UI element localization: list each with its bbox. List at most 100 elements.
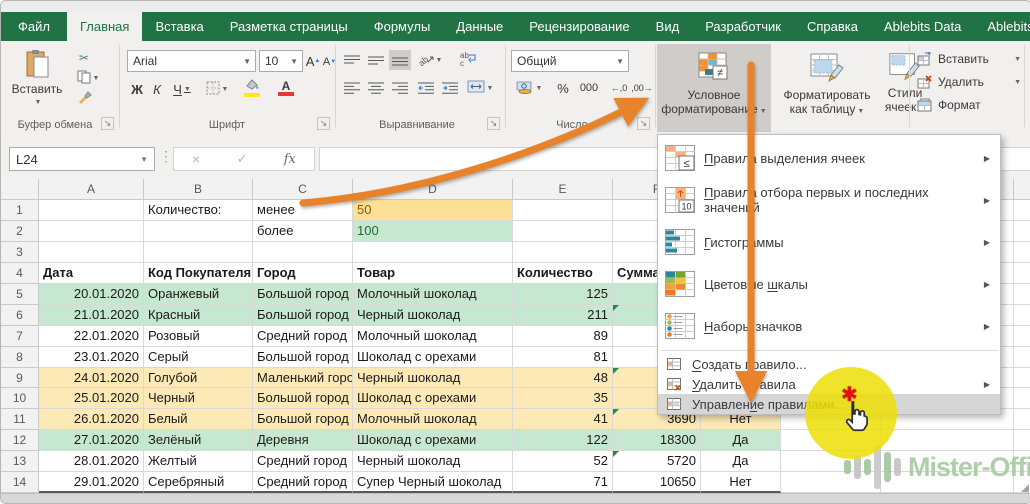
cell-J10[interactable] <box>1014 388 1030 409</box>
increase-indent-button[interactable] <box>439 78 461 98</box>
font-dialog-launcher[interactable]: ↘ <box>317 117 330 130</box>
row-header-6[interactable]: 6 <box>1 305 39 326</box>
tab-1[interactable]: Главная <box>67 12 142 41</box>
align-center-button[interactable] <box>365 78 387 98</box>
cell-E6[interactable]: 211 <box>513 305 613 326</box>
format-as-table-button[interactable]: Форматировать как таблицу▼ <box>773 44 881 132</box>
column-header-E[interactable]: E <box>513 179 613 200</box>
cell-B11[interactable]: Белый <box>144 409 253 430</box>
align-top-button[interactable] <box>341 50 363 70</box>
cell-C10[interactable]: Большой город <box>253 388 353 409</box>
cell-A11[interactable]: 26.01.2020 <box>39 409 144 430</box>
cell-B14[interactable]: Серебряный <box>144 472 253 493</box>
formula-bar-handle[interactable]: ⋮ <box>159 148 173 165</box>
select-all-corner[interactable] <box>1 179 39 200</box>
accounting-format-button[interactable]: ▼ <box>511 78 547 98</box>
cell-E3[interactable] <box>513 242 613 263</box>
cell-E13[interactable]: 52 <box>513 451 613 472</box>
cell-D1[interactable]: 50 <box>353 200 513 221</box>
alignment-dialog-launcher[interactable]: ↘ <box>487 117 500 130</box>
cell-C12[interactable]: Деревня <box>253 430 353 451</box>
cell-B3[interactable] <box>144 242 253 263</box>
menu-item-color-scales[interactable]: Цветовые шкалы▶ <box>658 263 1000 305</box>
underline-button[interactable]: Ч▼ <box>169 79 195 99</box>
tab-7[interactable]: Вид <box>643 12 693 41</box>
orientation-button[interactable]: ab▼ <box>415 50 445 70</box>
copy-button[interactable]: ▼ <box>71 69 105 87</box>
cell-J3[interactable] <box>1014 242 1030 263</box>
column-header-C[interactable]: C <box>253 179 353 200</box>
row-header-4[interactable]: 4 <box>1 263 39 284</box>
tab-9[interactable]: Справка <box>794 12 871 41</box>
clipboard-dialog-launcher[interactable]: ↘ <box>101 117 114 130</box>
cell-A6[interactable]: 21.01.2020 <box>39 305 144 326</box>
tab-file[interactable]: Файл <box>1 12 67 41</box>
format-painter-button[interactable] <box>71 89 97 107</box>
bold-button[interactable]: Ж <box>129 79 145 99</box>
paste-button[interactable]: Вставить ▼ <box>9 49 65 121</box>
cell-A1[interactable] <box>39 200 144 221</box>
cell-D11[interactable]: Молочный шоколад <box>353 409 513 430</box>
cell-E9[interactable]: 48 <box>513 368 613 389</box>
decrease-indent-button[interactable] <box>415 78 437 98</box>
cut-button[interactable]: ✂ <box>71 49 97 67</box>
align-left-button[interactable] <box>341 78 363 98</box>
cell-E1[interactable] <box>513 200 613 221</box>
cell-C13[interactable]: Средний город <box>253 451 353 472</box>
insert-cells-button[interactable]: Вставить ▼ <box>917 49 1021 69</box>
cell-C7[interactable]: Средний город <box>253 326 353 347</box>
cell-C4[interactable]: Город <box>253 263 353 284</box>
row-header-14[interactable]: 14 <box>1 472 39 493</box>
row-header-8[interactable]: 8 <box>1 347 39 368</box>
cell-C9[interactable]: Маленький город <box>253 368 353 389</box>
cell-G12[interactable]: Да <box>701 430 781 451</box>
format-cells-button[interactable]: Формат <box>917 95 1021 115</box>
row-header-3[interactable]: 3 <box>1 242 39 263</box>
cell-E2[interactable] <box>513 221 613 242</box>
cell-E14[interactable]: 71 <box>513 472 613 493</box>
row-header-11[interactable]: 11 <box>1 409 39 430</box>
cell-D2[interactable]: 100 <box>353 221 513 242</box>
tab-6[interactable]: Рецензирование <box>516 12 642 41</box>
cell-J6[interactable] <box>1014 305 1030 326</box>
tab-3[interactable]: Разметка страницы <box>217 12 361 41</box>
cell-J7[interactable] <box>1014 326 1030 347</box>
row-header-12[interactable]: 12 <box>1 430 39 451</box>
cell-B1[interactable]: Количество: <box>144 200 253 221</box>
cell-D12[interactable]: Шоколад с орехами <box>353 430 513 451</box>
percent-style-button[interactable]: % <box>553 78 573 98</box>
cell-B6[interactable]: Красный <box>144 305 253 326</box>
row-header-2[interactable]: 2 <box>1 221 39 242</box>
cell-E12[interactable]: 122 <box>513 430 613 451</box>
cell-C14[interactable]: Средний город <box>253 472 353 493</box>
tab-8[interactable]: Разработчик <box>692 12 794 41</box>
decrease-decimal-button[interactable]: ,00→ <box>631 78 653 98</box>
row-header-1[interactable]: 1 <box>1 200 39 221</box>
column-header-D[interactable]: D <box>353 179 513 200</box>
font-name-combo[interactable]: Arial▼ <box>127 50 256 72</box>
cell-C3[interactable] <box>253 242 353 263</box>
row-header-5[interactable]: 5 <box>1 284 39 305</box>
cell-D3[interactable] <box>353 242 513 263</box>
cell-C5[interactable]: Большой город <box>253 284 353 305</box>
cell-J8[interactable] <box>1014 347 1030 368</box>
row-header-7[interactable]: 7 <box>1 326 39 347</box>
align-middle-button[interactable] <box>365 50 387 70</box>
cell-D14[interactable]: Супер Черный шоколад <box>353 472 513 493</box>
merge-center-button[interactable]: ▼ <box>463 78 497 98</box>
cell-J1[interactable] <box>1014 200 1030 221</box>
cell-B4[interactable]: Код Покупателя <box>144 263 253 284</box>
insert-function-icon[interactable]: fx <box>284 152 296 167</box>
cell-D9[interactable]: Черный шоколад <box>353 368 513 389</box>
cell-C6[interactable]: Большой город <box>253 305 353 326</box>
font-size-combo[interactable]: 10▼ <box>259 50 303 72</box>
menu-item-new-rule[interactable]: Создать правило... <box>658 354 1000 374</box>
cell-A8[interactable]: 23.01.2020 <box>39 347 144 368</box>
tab-10[interactable]: Ablebits Data <box>871 12 974 41</box>
cell-E5[interactable]: 125 <box>513 284 613 305</box>
cell-B7[interactable]: Розовый <box>144 326 253 347</box>
fill-color-button[interactable] <box>237 77 267 99</box>
number-dialog-launcher[interactable]: ↘ <box>637 117 650 130</box>
cell-B8[interactable]: Серый <box>144 347 253 368</box>
cell-D13[interactable]: Черный шоколад <box>353 451 513 472</box>
